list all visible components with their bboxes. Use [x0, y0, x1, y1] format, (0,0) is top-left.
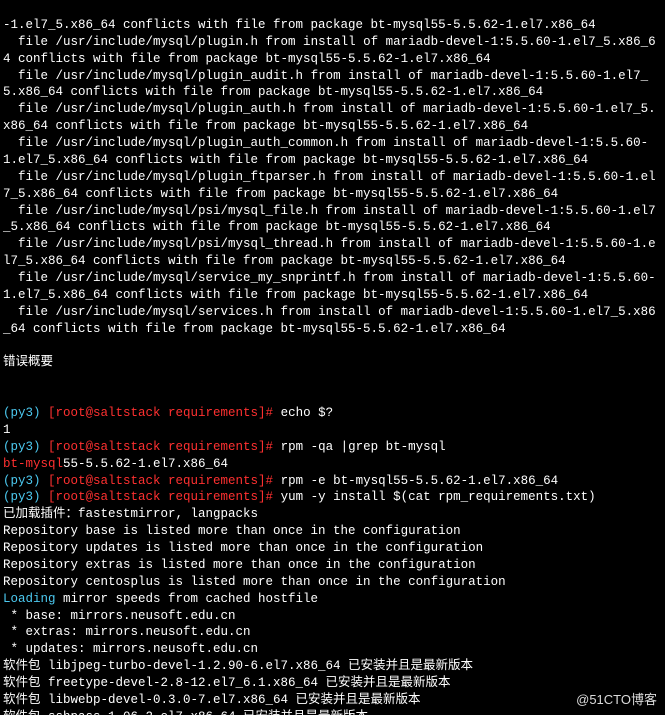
loading-word: Loading [3, 592, 56, 606]
error-line: file /usr/include/mysql/plugin_auth.h fr… [3, 102, 656, 133]
command-rpm-erase[interactable]: rpm -e bt-mysql55-5.5.62-1.el7.x86_64 [281, 474, 559, 488]
error-line: file /usr/include/mysql/psi/mysql_file.h… [3, 204, 656, 235]
error-line: file /usr/include/mysql/services.h from … [3, 305, 656, 336]
shell-prompt: [root@saltstack requirements]# [48, 474, 281, 488]
command-yum-install[interactable]: yum -y install $(cat rpm_requirements.tx… [281, 490, 596, 504]
error-line: file /usr/include/mysql/plugin_audit.h f… [3, 69, 648, 100]
error-line: file /usr/include/mysql/service_my_snpri… [3, 271, 656, 302]
terminal-output[interactable]: -1.el7_5.x86_64 conflicts with file from… [0, 0, 665, 715]
yum-repo-warning: Repository base is listed more than once… [3, 524, 461, 538]
venv-indicator: (py3) [3, 490, 48, 504]
grep-rest: 55-5.5.62-1.el7.x86_64 [63, 457, 228, 471]
error-line: file /usr/include/mysql/plugin.h from in… [3, 35, 656, 66]
pkg-status: 软件包 sshpass-1.06-2.el7.x86_64 已安装并且是最新版本 [3, 710, 368, 715]
yum-repo-warning: Repository updates is listed more than o… [3, 541, 483, 555]
loading-rest: mirror speeds from cached hostfile [56, 592, 319, 606]
yum-plugins: 已加载插件：fastestmirror, langpacks [3, 507, 258, 521]
pkg-status: 软件包 freetype-devel-2.8-12.el7_6.1.x86_64… [3, 676, 451, 690]
command-echo[interactable]: echo $? [281, 406, 334, 420]
error-line: file /usr/include/mysql/plugin_ftparser.… [3, 170, 656, 201]
pkg-status: 软件包 libjpeg-turbo-devel-1.2.90-6.el7.x86… [3, 659, 473, 673]
error-summary-heading: 错误概要 [3, 355, 53, 369]
error-line: -1.el7_5.x86_64 conflicts with file from… [3, 18, 596, 32]
shell-prompt: [root@saltstack requirements]# [48, 490, 281, 504]
pkg-status: 软件包 libwebp-devel-0.3.0-7.el7.x86_64 已安装… [3, 693, 421, 707]
command-rpm-grep[interactable]: rpm -qa |grep bt-mysql [281, 440, 446, 454]
error-line: file /usr/include/mysql/psi/mysql_thread… [3, 237, 656, 268]
error-line: file /usr/include/mysql/plugin_auth_comm… [3, 136, 648, 167]
mirror-line: * updates: mirrors.neusoft.edu.cn [3, 642, 258, 656]
watermark-badge: @51CTO博客 [576, 691, 657, 709]
shell-prompt: [root@saltstack requirements]# [48, 440, 281, 454]
mirror-line: * extras: mirrors.neusoft.edu.cn [3, 625, 251, 639]
venv-indicator: (py3) [3, 474, 48, 488]
mirror-line: * base: mirrors.neusoft.edu.cn [3, 609, 236, 623]
venv-indicator: (py3) [3, 440, 48, 454]
grep-match: bt-mysql [3, 457, 63, 471]
yum-repo-warning: Repository extras is listed more than on… [3, 558, 476, 572]
yum-repo-warning: Repository centosplus is listed more tha… [3, 575, 506, 589]
shell-prompt: [root@saltstack requirements]# [48, 406, 281, 420]
venv-indicator: (py3) [3, 406, 48, 420]
echo-output: 1 [3, 423, 11, 437]
